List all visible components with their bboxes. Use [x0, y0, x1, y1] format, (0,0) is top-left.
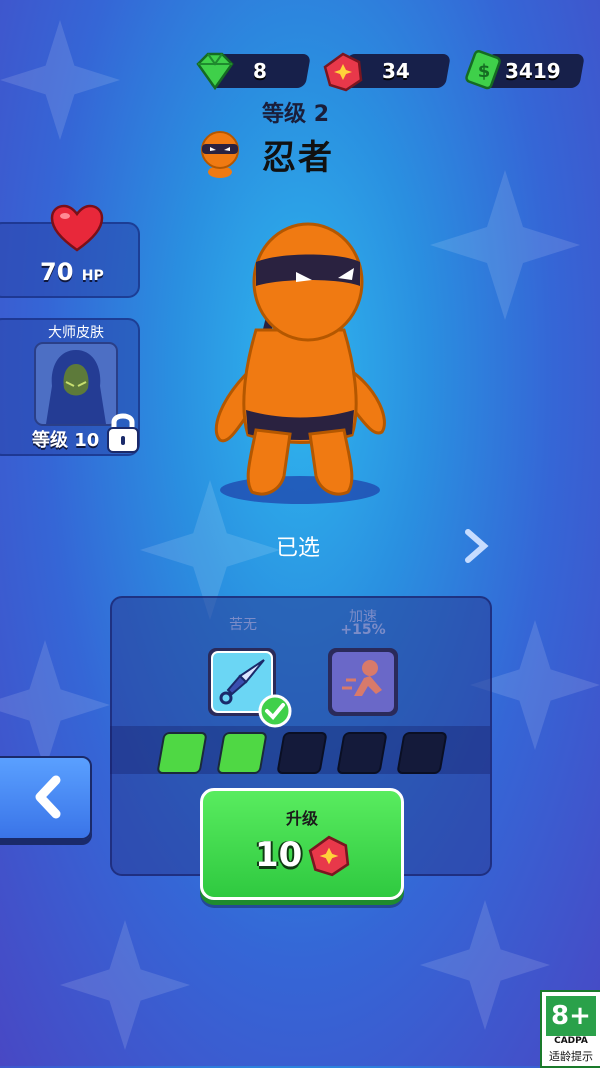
next-character-chevron-icon[interactable]: [462, 528, 490, 564]
upgrade-label: 升级: [285, 809, 318, 828]
svg-text:$: $: [478, 61, 491, 82]
progress-segment-filled: [216, 732, 268, 774]
ninja-avatar-icon: [201, 131, 239, 178]
selected-status: 已选: [276, 536, 321, 561]
progress-segment-empty: [276, 732, 328, 774]
gem-icon: [196, 52, 234, 90]
shuriken-token-icon: [308, 835, 350, 877]
kunai-label: 苦无: [229, 617, 257, 633]
character-level: 等级 2: [262, 96, 329, 128]
master-skin-title: 大师皮肤: [48, 325, 104, 341]
upgrade-button[interactable]: 升级 10: [200, 788, 404, 900]
back-button[interactable]: [0, 756, 92, 840]
age-rating-tip: 适龄提示: [549, 1050, 593, 1063]
cash-value: 3419: [505, 59, 561, 83]
cash-icon: $: [465, 50, 501, 90]
gems-value: 8: [253, 59, 267, 83]
age-rating-badge: 8+ CADPA 适龄提示: [540, 990, 600, 1068]
ninja-character: [214, 222, 386, 504]
heart-icon: [50, 204, 104, 252]
speed-bonus: +15%: [340, 622, 386, 638]
lock-icon: [107, 413, 139, 453]
level-value: 2: [313, 102, 329, 127]
checkmark-icon: [258, 694, 292, 728]
progress-segment-empty: [336, 732, 388, 774]
background-shuriken-icon: [420, 900, 550, 1030]
level-label: 等级: [262, 102, 307, 127]
hp-value: 70: [40, 258, 74, 286]
background-shuriken-icon: [430, 170, 580, 320]
upgrade-cost: 10: [255, 835, 303, 875]
age-rating-value: 8+: [546, 996, 596, 1036]
master-skin-level: 等级 10: [32, 430, 100, 451]
age-rating-org: CADPA: [554, 1036, 588, 1046]
background-shuriken-icon: [0, 640, 110, 770]
back-arrow-icon: [35, 775, 61, 819]
speed-ability-tile[interactable]: [326, 646, 400, 718]
progress-segment-empty: [396, 732, 448, 774]
hp-unit: HP: [81, 268, 104, 284]
progress-segment-filled: [156, 732, 208, 774]
hp-readout: 70 HP: [40, 258, 104, 286]
background-shuriken-icon: [0, 20, 120, 140]
character-name: 忍者: [262, 138, 334, 178]
shuriken-token-icon: [323, 52, 363, 92]
background-shuriken-icon: [60, 920, 190, 1050]
tokens-value: 34: [382, 59, 410, 83]
